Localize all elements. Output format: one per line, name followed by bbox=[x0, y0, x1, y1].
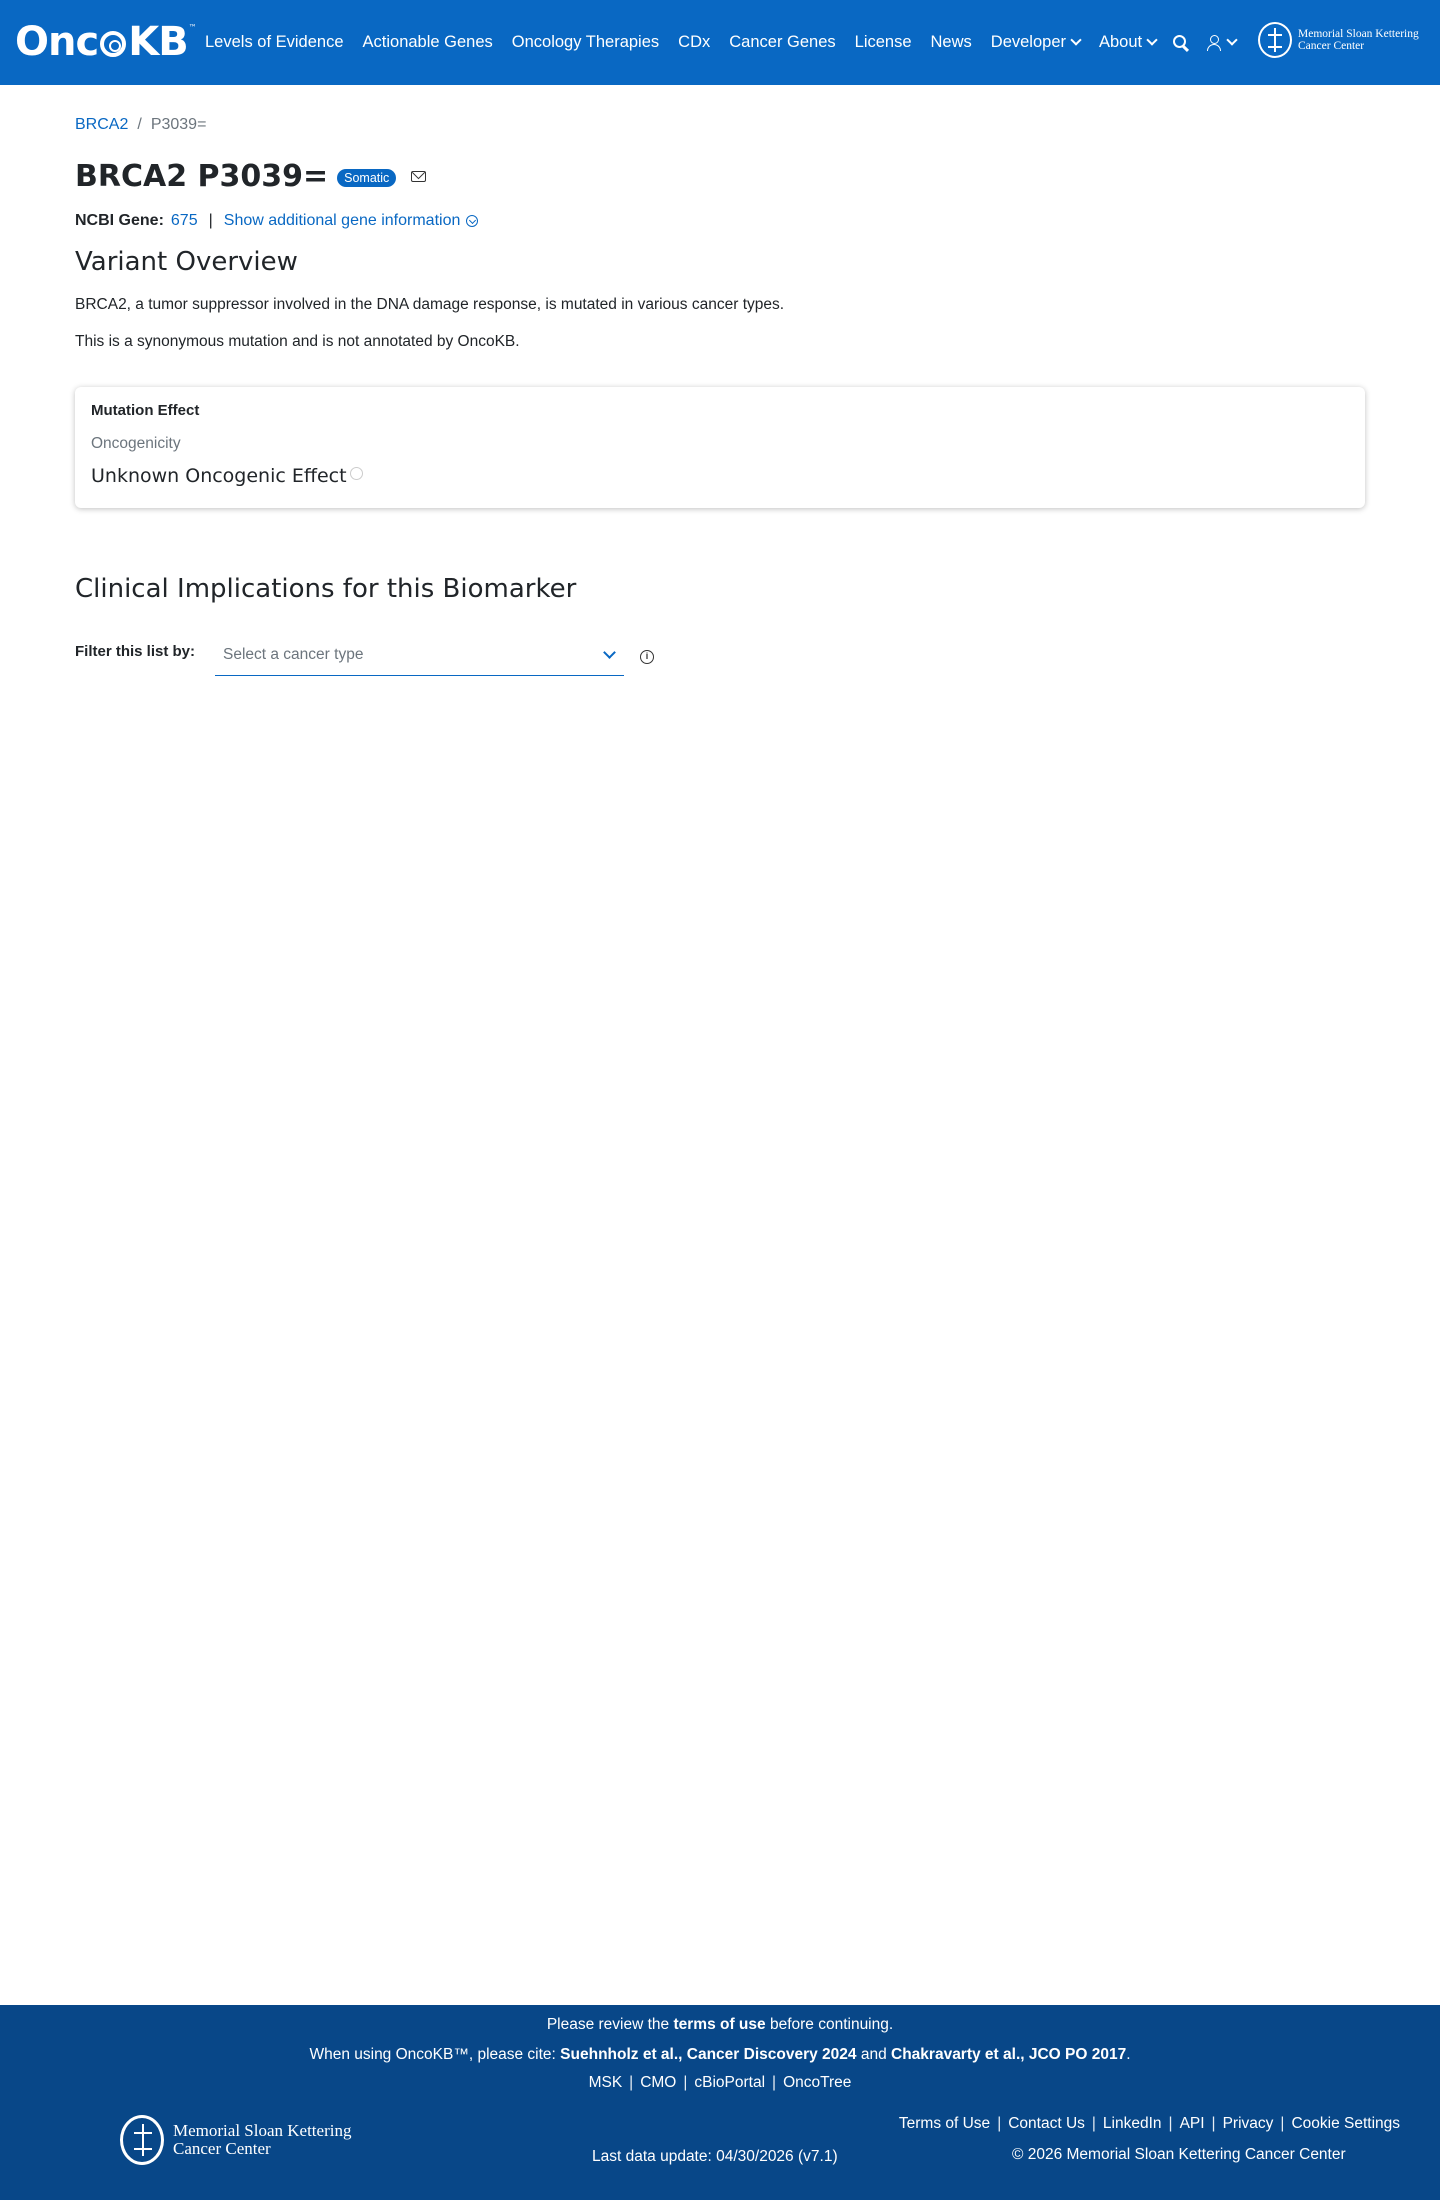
footer-contact-us[interactable]: Contact Us bbox=[1008, 2115, 1085, 2133]
logo-trademark: ™ bbox=[188, 23, 197, 32]
msk-logo-text: Memorial Sloan Kettering Cancer Center bbox=[1298, 28, 1419, 52]
nav-about-dropdown[interactable]: About bbox=[1099, 33, 1158, 52]
logo-ring-icon bbox=[100, 31, 127, 57]
mutation-effect-card: Mutation Effect Oncogenicity Unknown Onc… bbox=[75, 387, 1365, 508]
oncogenicity-value-text: Unknown Oncogenic Effect bbox=[91, 465, 347, 487]
footer-api[interactable]: API bbox=[1180, 2115, 1205, 2133]
title-row: BRCA2 P3039= Somatic bbox=[75, 159, 427, 194]
unknown-oncogenic-icon bbox=[349, 466, 363, 480]
footer-link-cmo[interactable]: CMO bbox=[640, 2074, 676, 2092]
footer-sep: | bbox=[1280, 2115, 1285, 2132]
footer-msk-logo[interactable]: Memorial Sloan Kettering Cancer Center bbox=[120, 2115, 351, 2165]
nav-actionable-genes[interactable]: Actionable Genes bbox=[363, 33, 493, 52]
footer-link-cbioportal[interactable]: cBioPortal bbox=[694, 2074, 765, 2092]
footer-privacy[interactable]: Privacy bbox=[1223, 2115, 1274, 2133]
ncbi-separator: | bbox=[208, 212, 213, 229]
footer-sep: | bbox=[1168, 2115, 1173, 2132]
footer-sites-line: MSK | CMO | cBioPortal | OncoTree bbox=[0, 2074, 1440, 2092]
footer-terms-of-use[interactable]: Terms of Use bbox=[899, 2115, 990, 2133]
nav-about-label: About bbox=[1099, 33, 1143, 51]
footer-sep: | bbox=[772, 2074, 777, 2091]
logo-text-kb: KB bbox=[128, 19, 188, 65]
mutation-effect-title: Mutation Effect bbox=[91, 402, 200, 419]
top-navbar: Onc KB ™ Levels of Evidence Actionable Gen… bbox=[0, 0, 1440, 85]
oncogenicity-label: Oncogenicity bbox=[91, 435, 181, 452]
nav-news[interactable]: News bbox=[931, 33, 972, 52]
show-gene-info-toggle[interactable]: Show additional gene information bbox=[224, 212, 479, 230]
footer-msk-line-2: Cancer Center bbox=[173, 2139, 271, 2158]
ncbi-gene-label: NCBI Gene: bbox=[75, 212, 164, 229]
variant-note: This is a synonymous mutation and is not… bbox=[75, 333, 520, 350]
footer-cookie-settings[interactable]: Cookie Settings bbox=[1291, 2115, 1400, 2133]
circle-chevron-down-icon bbox=[466, 215, 479, 227]
cancer-type-placeholder: Select a cancer type bbox=[223, 646, 364, 663]
filter-label: Filter this list by: bbox=[75, 643, 196, 660]
logo-text-onc: Onc bbox=[15, 19, 99, 65]
variant-overview-heading: Variant Overview bbox=[75, 247, 298, 277]
footer-sep: | bbox=[997, 2115, 1002, 2132]
account-dropdown[interactable] bbox=[1206, 33, 1238, 52]
nav-links: Levels of Evidence Actionable Genes Onco… bbox=[205, 0, 1175, 85]
chevron-down-icon bbox=[1226, 33, 1238, 46]
footer-cite-line: When using OncoKB™, please cite: Suehnho… bbox=[0, 2046, 1440, 2064]
footer-cite-suehnholz[interactable]: Suehnholz et al., Cancer Discovery 2024 bbox=[560, 2046, 856, 2063]
footer-sep: | bbox=[1091, 2115, 1096, 2132]
chevron-down-icon bbox=[1146, 33, 1158, 46]
mail-icon[interactable] bbox=[411, 171, 427, 182]
footer-linkedin[interactable]: LinkedIn bbox=[1103, 2115, 1162, 2133]
nav-developer-label: Developer bbox=[990, 33, 1066, 51]
breadcrumb-gene-link[interactable]: BRCA2 bbox=[75, 116, 128, 134]
last-data-update: Last data update: 04/30/2026 (v7.1) bbox=[592, 2148, 838, 2165]
breadcrumb-separator: / bbox=[137, 116, 142, 133]
search-icon[interactable] bbox=[1172, 34, 1190, 52]
footer-right-links: Terms of Use | Contact Us | LinkedIn | API |… bbox=[880, 2115, 1400, 2133]
nav-developer-dropdown[interactable]: Developer bbox=[990, 33, 1082, 52]
footer-cite-pre: When using OncoKB™, please cite: bbox=[309, 2046, 561, 2063]
somatic-badge: Somatic bbox=[337, 168, 397, 187]
nav-icons bbox=[1172, 0, 1238, 85]
footer-terms-line: Please review the terms of use before co… bbox=[0, 2016, 1440, 2034]
info-icon[interactable]: i bbox=[640, 650, 654, 664]
oncokb-logo[interactable]: Onc KB ™ bbox=[15, 17, 197, 67]
nav-cdx[interactable]: CDx bbox=[678, 33, 710, 52]
ncbi-gene-row: NCBI Gene: 675 | Show additional gene in… bbox=[75, 212, 479, 230]
footer-terms-post: before continuing. bbox=[765, 2016, 894, 2033]
breadcrumb-current: P3039= bbox=[150, 116, 207, 133]
footer: Please review the terms of use before co… bbox=[0, 2005, 1440, 2200]
footer-cite-and: and bbox=[856, 2046, 892, 2063]
footer-sep: | bbox=[1211, 2115, 1216, 2132]
msk-emblem-icon bbox=[120, 2115, 164, 2165]
oncogenicity-value: Unknown Oncogenic Effect bbox=[91, 465, 363, 487]
msk-line-1: Memorial Sloan Kettering bbox=[1298, 28, 1419, 40]
msk-logo[interactable]: Memorial Sloan Kettering Cancer Center bbox=[1258, 22, 1419, 58]
footer-terms-pre: Please review the bbox=[546, 2016, 674, 2033]
footer-link-oncotree[interactable]: OncoTree bbox=[783, 2074, 851, 2092]
gene-summary: BRCA2, a tumor suppressor involved in th… bbox=[75, 296, 785, 313]
show-gene-info-label: Show additional gene information bbox=[223, 212, 461, 229]
footer-copyright: © 2026 Memorial Sloan Kettering Cancer C… bbox=[1012, 2146, 1346, 2163]
nav-cancer-genes[interactable]: Cancer Genes bbox=[729, 33, 835, 52]
chevron-down-icon bbox=[603, 646, 616, 659]
msk-emblem-icon bbox=[1258, 22, 1292, 58]
user-icon bbox=[1206, 34, 1222, 52]
cancer-type-select[interactable]: Select a cancer type bbox=[215, 640, 624, 676]
nav-license[interactable]: License bbox=[855, 33, 912, 52]
footer-terms-link[interactable]: terms of use bbox=[673, 2016, 765, 2033]
clinical-implications-heading: Clinical Implications for this Biomarker bbox=[75, 574, 577, 604]
footer-sep: | bbox=[629, 2074, 634, 2091]
ncbi-gene-link[interactable]: 675 bbox=[171, 212, 198, 230]
page-title: BRCA2 P3039= bbox=[75, 159, 329, 194]
footer-link-msk[interactable]: MSK bbox=[589, 2074, 623, 2092]
footer-cite-end: . bbox=[1126, 2046, 1131, 2063]
msk-line-2: Cancer Center bbox=[1298, 40, 1365, 52]
breadcrumb: BRCA2 / P3039= bbox=[75, 116, 206, 134]
chevron-down-icon bbox=[1070, 33, 1082, 46]
footer-sep: | bbox=[683, 2074, 688, 2091]
footer-msk-text: Memorial Sloan Kettering Cancer Center bbox=[173, 2122, 351, 2158]
footer-cite-chakravarty[interactable]: Chakravarty et al., JCO PO 2017 bbox=[891, 2046, 1126, 2063]
nav-oncology-therapies[interactable]: Oncology Therapies bbox=[512, 33, 659, 52]
footer-msk-line-1: Memorial Sloan Kettering bbox=[173, 2121, 352, 2140]
nav-levels-of-evidence[interactable]: Levels of Evidence bbox=[205, 33, 344, 52]
